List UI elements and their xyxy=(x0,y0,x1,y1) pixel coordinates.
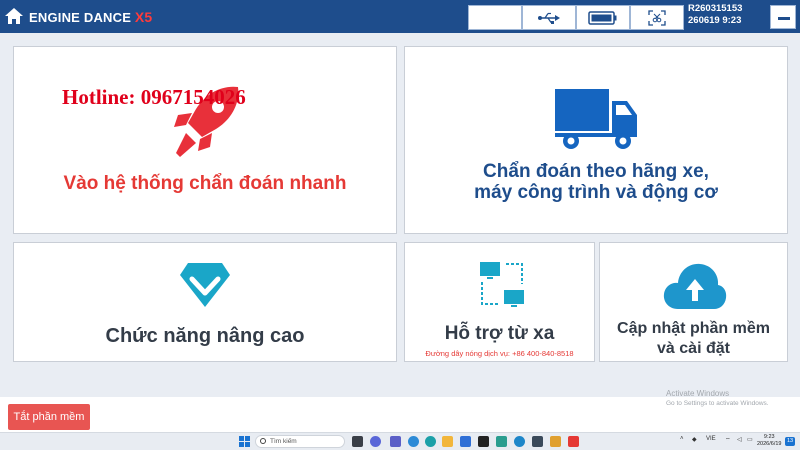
notification-badge[interactable]: 13 xyxy=(785,437,795,446)
quick-diagnosis-label: Vào hệ thống chẩn đoán nhanh xyxy=(63,173,347,194)
windows-taskbar: Tìm kiếm ˄ ◆ VIE ⌔ ◁ ▭ 9:23 2026/6/19 13 xyxy=(0,432,800,450)
title-bar: ENGINE DANCE X5 R260315153 260619 9:23 xyxy=(0,0,800,33)
usb-status xyxy=(522,5,576,30)
exit-software-button[interactable]: Tắt phần mềm xyxy=(8,404,90,430)
advanced-functions-label: Chức năng nâng cao xyxy=(105,325,305,347)
chat-app-icon[interactable] xyxy=(370,436,381,447)
main-menu: Hotline: 0967154026 Vào hệ thống chẩn đo… xyxy=(0,33,800,397)
app-icon-9[interactable] xyxy=(532,436,543,447)
brand-diagnosis-label: Chẩn đoán theo hãng xe, máy công trình v… xyxy=(474,161,718,203)
tray-battery-icon[interactable]: ▭ xyxy=(747,436,753,443)
truck-icon xyxy=(555,89,637,149)
language-indicator[interactable]: VIE xyxy=(706,436,716,442)
tray-chevron-icon[interactable]: ˄ xyxy=(680,436,684,442)
brand-logo: ENGINE DANCE X5 xyxy=(29,9,152,25)
minimize-button[interactable] xyxy=(770,5,796,29)
remote-network-icon xyxy=(480,262,524,307)
watermark-title: Activate Windows xyxy=(666,389,730,398)
serial-number: R260315153 xyxy=(688,3,743,14)
device-serial: R260315153 260619 9:23 xyxy=(688,3,742,27)
tray-wifi-icon[interactable]: ⌔ xyxy=(725,436,731,444)
app-icon-8[interactable] xyxy=(514,436,525,447)
minimize-icon xyxy=(778,17,790,20)
brand-suffix: X5 xyxy=(134,9,153,25)
task-view-icon[interactable] xyxy=(352,436,363,447)
usb-icon xyxy=(538,12,560,24)
update-settings-label: Cập nhật phần mềm và cài đặt xyxy=(617,320,770,357)
tray-volume-icon[interactable]: ◁ xyxy=(737,436,742,443)
file-explorer-icon[interactable] xyxy=(442,436,453,447)
brand-name: ENGINE DANCE xyxy=(29,10,132,25)
remote-support-label: Hỗ trợ từ xa xyxy=(444,323,555,344)
watermark-subtitle: Go to Settings to activate Windows. xyxy=(666,400,769,407)
battery-status xyxy=(576,5,630,30)
windows-start-icon[interactable] xyxy=(239,436,250,447)
screenshot-icon xyxy=(648,9,666,26)
engine-dance-app-icon[interactable] xyxy=(568,436,579,447)
app-icon-10[interactable] xyxy=(550,436,561,447)
activation-watermark: Activate Windows Go to Settings to activ… xyxy=(666,389,769,409)
bottom-bar: Tắt phần mềm Activate Windows Go to Sett… xyxy=(0,389,800,432)
diamond-icon xyxy=(180,263,230,307)
clock-time: 9:23 xyxy=(763,434,775,440)
teams-app-icon[interactable] xyxy=(390,436,401,447)
battery-icon xyxy=(588,10,617,25)
edge-browser-icon[interactable] xyxy=(408,436,419,447)
hotline-overlay: Hotline: 0967154026 xyxy=(62,85,246,109)
app-icon-7[interactable] xyxy=(496,436,507,447)
clock-date: 2026/6/19 xyxy=(757,441,782,447)
edge-alt-icon[interactable] xyxy=(425,436,436,447)
quick-diagnosis-tile[interactable]: Hotline: 0967154026 Vào hệ thống chẩn đo… xyxy=(13,46,397,234)
taskbar-search[interactable]: Tìm kiếm xyxy=(255,435,345,448)
cloud-upload-icon xyxy=(663,263,727,309)
screenshot-button[interactable] xyxy=(630,5,684,30)
home-icon[interactable] xyxy=(4,7,24,25)
taskbar-clock[interactable]: 9:23 2026/6/19 xyxy=(757,434,781,448)
advanced-functions-tile[interactable]: Chức năng nâng cao xyxy=(13,242,397,362)
search-icon xyxy=(260,438,266,444)
brand-diagnosis-tile[interactable]: Chẩn đoán theo hãng xe, máy công trình v… xyxy=(404,46,788,234)
tray-app-icon[interactable]: ◆ xyxy=(692,436,697,443)
terminal-app-icon[interactable] xyxy=(478,436,489,447)
store-app-icon[interactable] xyxy=(460,436,471,447)
serial-datetime: 260619 9:23 xyxy=(688,15,742,26)
update-settings-tile[interactable]: Cập nhật phần mềm và cài đặt xyxy=(599,242,788,362)
service-hotline: Đường dây nóng dịch vụ: +86 400-840-8518 xyxy=(425,349,574,358)
search-placeholder: Tìm kiếm xyxy=(270,438,297,445)
status-slot-empty xyxy=(468,5,522,30)
remote-support-tile[interactable]: Hỗ trợ từ xa Đường dây nóng dịch vụ: +86… xyxy=(404,242,595,362)
